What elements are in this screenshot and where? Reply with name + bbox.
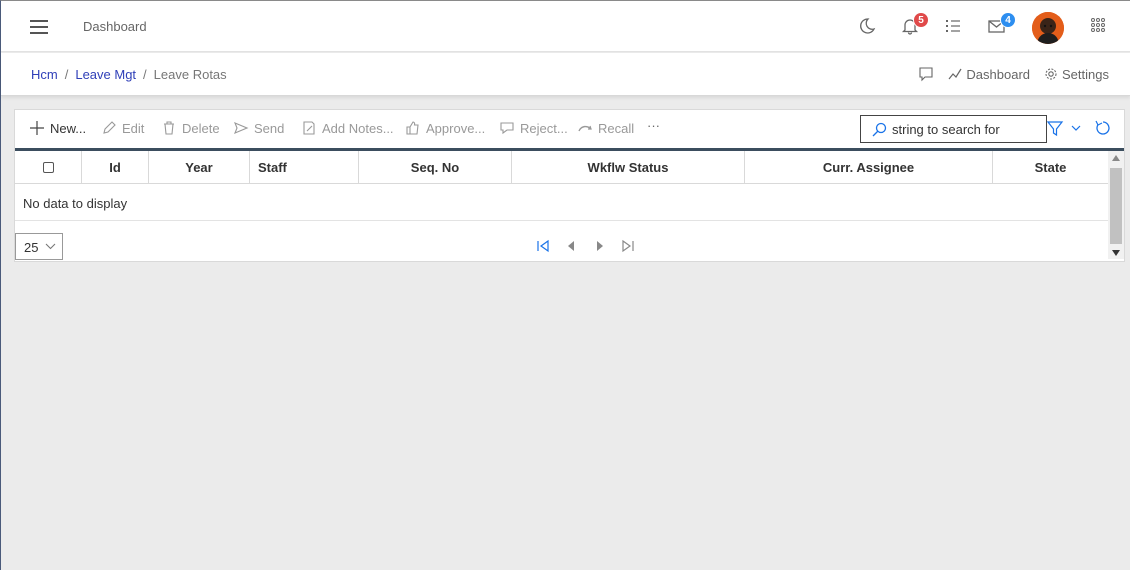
- thumbs-up-icon: [406, 121, 419, 135]
- notifications-badge: 5: [913, 12, 929, 28]
- page-size-value: 25: [24, 240, 39, 255]
- breadcrumb: Hcm / Leave Mgt / Leave Rotas: [31, 67, 227, 82]
- scroll-down-arrow-icon[interactable]: [1112, 250, 1120, 256]
- breadcrumb-item-hcm[interactable]: Hcm: [31, 67, 58, 82]
- gear-icon: [1045, 68, 1057, 80]
- plus-icon: [30, 121, 44, 135]
- new-button[interactable]: New...: [29, 120, 86, 136]
- delete-label: Delete: [182, 120, 220, 136]
- reject-label: Reject...: [520, 120, 568, 136]
- apps-grid-icon[interactable]: [1088, 15, 1110, 37]
- grid-pager: 25: [15, 218, 1108, 261]
- leave-rotas-grid-panel: New... Edit Delete Send Add Notes... App…: [14, 109, 1125, 262]
- task-list-icon[interactable]: [943, 15, 965, 37]
- user-avatar[interactable]: [1032, 12, 1064, 44]
- recall-label: Recall: [598, 120, 635, 136]
- data-grid: Id Year Staff Seq. No Wkflw Status Curr.…: [15, 148, 1124, 259]
- new-label: New...: [50, 120, 87, 136]
- page-size-select[interactable]: 25: [15, 233, 63, 260]
- dashboard-button[interactable]: Dashboard: [948, 67, 1030, 82]
- column-header-staff[interactable]: Staff: [250, 151, 359, 184]
- breadcrumb-separator: /: [143, 67, 147, 82]
- send-label: Send: [254, 120, 285, 136]
- grid-header-row: Id Year Staff Seq. No Wkflw Status Curr.…: [15, 151, 1108, 184]
- chevron-down-icon: [45, 243, 56, 250]
- dashboard-label: Dashboard: [966, 66, 1031, 82]
- refresh-icon: [1095, 120, 1110, 135]
- column-header-seq-no[interactable]: Seq. No: [359, 151, 512, 184]
- filter-button[interactable]: [1046, 120, 1083, 141]
- breadcrumb-current: Leave Rotas: [153, 67, 227, 82]
- search-input[interactable]: [892, 120, 1042, 138]
- note-icon: [303, 121, 315, 135]
- reject-bubble-icon: [500, 122, 514, 135]
- recall-icon: [578, 125, 592, 132]
- next-page-icon[interactable]: [592, 238, 608, 254]
- breadcrumb-separator: /: [64, 67, 69, 82]
- add-notes-button[interactable]: Add Notes...: [301, 120, 394, 136]
- last-page-icon[interactable]: [620, 238, 636, 254]
- edit-label: Edit: [122, 120, 145, 136]
- grid-toolbar: New... Edit Delete Send Add Notes... App…: [15, 110, 1124, 148]
- trash-icon: [164, 121, 174, 135]
- messages-badge: 4: [1000, 12, 1016, 28]
- comments-button[interactable]: [918, 66, 934, 82]
- column-header-id[interactable]: Id: [82, 151, 149, 184]
- notifications-bell-icon[interactable]: 5: [899, 12, 929, 37]
- reject-button[interactable]: Reject...: [499, 120, 568, 136]
- settings-label: Settings: [1062, 66, 1109, 82]
- comment-icon: [919, 67, 933, 82]
- top-header: Dashboard 5 4: [1, 1, 1130, 52]
- first-page-icon[interactable]: [535, 238, 551, 254]
- refresh-button[interactable]: [1094, 119, 1112, 140]
- column-header-curr-assignee[interactable]: Curr. Assignee: [745, 151, 993, 184]
- select-all-header: [15, 151, 82, 184]
- scrollbar-thumb[interactable]: [1110, 168, 1122, 244]
- edit-button[interactable]: Edit: [101, 120, 144, 136]
- messages-envelope-icon[interactable]: 4: [986, 12, 1016, 37]
- column-header-wkflw-status[interactable]: Wkflw Status: [512, 151, 745, 184]
- vertical-scrollbar[interactable]: [1108, 151, 1124, 259]
- page-actions: Dashboard Settings: [918, 66, 1109, 82]
- empty-grid-message: No data to display: [23, 196, 128, 211]
- column-header-state[interactable]: State: [993, 151, 1108, 184]
- send-button[interactable]: Send: [233, 120, 284, 136]
- header-title: Dashboard: [83, 19, 147, 34]
- breadcrumb-item-leave-mgt[interactable]: Leave Mgt: [75, 67, 136, 82]
- send-icon: [234, 121, 249, 135]
- column-header-year[interactable]: Year: [149, 151, 250, 184]
- select-all-checkbox[interactable]: [42, 162, 54, 173]
- pencil-icon: [103, 121, 116, 134]
- add-notes-label: Add Notes...: [322, 120, 394, 136]
- filter-funnel-icon: [1046, 121, 1081, 137]
- more-actions-button[interactable]: ···: [647, 118, 660, 133]
- scroll-up-arrow-icon[interactable]: [1112, 155, 1120, 161]
- search-icon: [872, 122, 887, 137]
- approve-button[interactable]: Approve...: [405, 120, 485, 136]
- settings-button[interactable]: Settings: [1044, 67, 1109, 82]
- dark-mode-moon-icon[interactable]: [855, 15, 877, 37]
- previous-page-icon[interactable]: [563, 238, 579, 254]
- approve-label: Approve...: [426, 120, 486, 136]
- menu-icon[interactable]: [30, 20, 48, 34]
- recall-button[interactable]: Recall: [577, 120, 634, 136]
- chart-line-icon: [948, 68, 962, 80]
- delete-button[interactable]: Delete: [161, 120, 220, 136]
- breadcrumb-bar: Hcm / Leave Mgt / Leave Rotas Dashboard Sett…: [1, 53, 1130, 96]
- search-box: [860, 115, 1047, 143]
